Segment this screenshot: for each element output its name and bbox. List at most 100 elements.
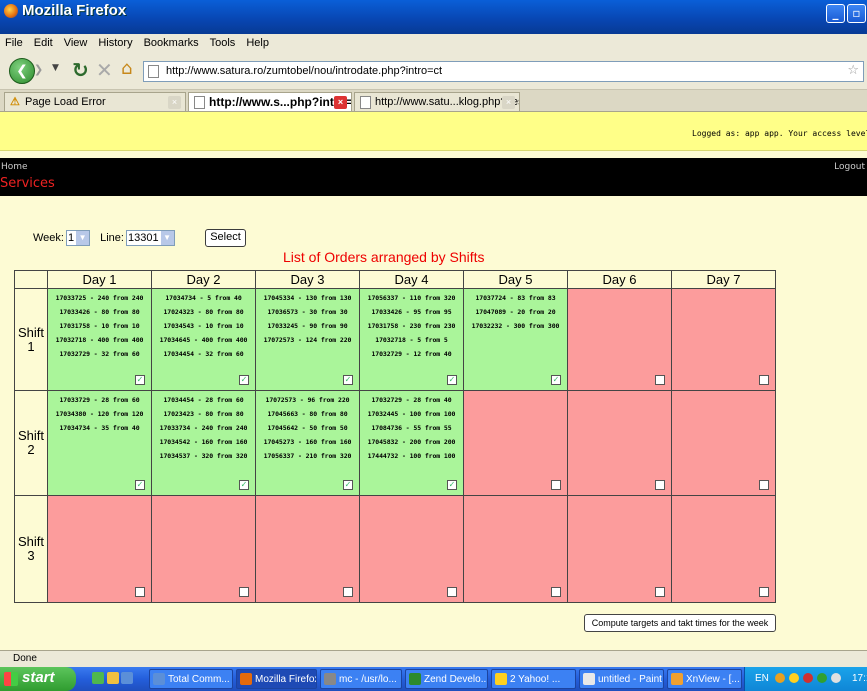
menu-edit[interactable]: Edit: [29, 37, 59, 49]
taskbar-task[interactable]: XnView - [...: [667, 669, 742, 689]
order-entry: 17045832 - 200 from 200: [367, 438, 456, 446]
shift-cell: [671, 288, 776, 391]
order-entry: 17032729 - 32 from 60: [59, 350, 140, 358]
window-title-bar[interactable]: Mozilla Firefox _ ▫: [0, 0, 867, 34]
select-button[interactable]: Select: [205, 229, 246, 247]
shift-cell: [463, 495, 568, 603]
home-icon[interactable]: ⌂: [121, 58, 132, 79]
taskbar-task[interactable]: untitled - Paint: [579, 669, 664, 689]
menu-view[interactable]: View: [59, 37, 94, 49]
taskbar-task[interactable]: Mozilla Firefox: [236, 669, 317, 689]
shift-checkbox[interactable]: [135, 587, 145, 597]
status-bar: Done: [0, 650, 867, 667]
shift-cell: 17072573 - 96 from 220 17045663 - 80 from…: [255, 390, 360, 496]
minimize-button[interactable]: _: [826, 4, 845, 23]
order-entry: 17032729 - 12 from 40: [371, 350, 452, 358]
tab-page-load-error[interactable]: ⚠ Page Load Error ×: [4, 92, 186, 111]
task-icon: [324, 673, 336, 685]
menu-file[interactable]: File: [0, 37, 29, 49]
shift-checkbox[interactable]: ✓: [343, 375, 353, 385]
shift-label: Shift 2: [14, 390, 48, 496]
task-label: Total Comm...: [168, 674, 230, 685]
home-link[interactable]: Home: [1, 162, 28, 172]
forward-button[interactable]: ❯: [34, 63, 50, 79]
menu-bar: File Edit View History Bookmarks Tools H…: [0, 34, 867, 52]
tray-icon[interactable]: [803, 673, 813, 683]
order-entry: 17045334 - 130 from 130: [263, 294, 352, 302]
task-icon: [583, 673, 595, 685]
menu-help[interactable]: Help: [241, 37, 275, 49]
week-select[interactable]: 1 ▼: [65, 230, 91, 246]
shift-cell: 17033725 - 240 from 240 17033426 - 80 fro…: [47, 288, 152, 391]
shift-checkbox[interactable]: ✓: [239, 480, 249, 490]
shift-cell: 17033729 - 28 from 60 17034380 - 120 from…: [47, 390, 152, 496]
order-entry: 17045663 - 80 from 80: [267, 410, 348, 418]
logout-link[interactable]: Logout: [834, 162, 865, 172]
order-entry: 17034543 - 10 from 10: [163, 322, 244, 330]
tab-introdate[interactable]: http://www.s...php?intro=ct ×: [188, 92, 352, 111]
shift-checkbox[interactable]: ✓: [135, 480, 145, 490]
language-indicator[interactable]: EN: [755, 673, 769, 684]
shift-checkbox[interactable]: [759, 587, 769, 597]
menu-history[interactable]: History: [93, 37, 138, 49]
order-entry: 17034380 - 120 from 120: [55, 410, 144, 418]
taskbar-task[interactable]: 2 Yahoo! ...: [491, 669, 576, 689]
shift-checkbox[interactable]: [551, 587, 561, 597]
menu-bookmarks[interactable]: Bookmarks: [139, 37, 205, 49]
shift-checkbox[interactable]: [239, 587, 249, 597]
shift-checkbox[interactable]: [447, 587, 457, 597]
order-entry: 17034454 - 32 from 60: [163, 350, 244, 358]
back-button[interactable]: ❮: [9, 58, 35, 84]
shift-checkbox[interactable]: [759, 375, 769, 385]
url-field[interactable]: http://www.satura.ro/zumtobel/nou/introd…: [143, 61, 864, 82]
close-tab-icon[interactable]: ×: [502, 96, 515, 109]
tab-klog[interactable]: http://www.satu...klog.php?ses=1 ×: [354, 92, 520, 111]
day-header: Day 4: [359, 270, 464, 289]
shift-checkbox[interactable]: ✓: [447, 480, 457, 490]
order-entry: 17034734 - 5 from 40: [165, 294, 242, 302]
maximize-button[interactable]: ▫: [847, 4, 866, 23]
taskbar-task[interactable]: mc - /usr/lo...: [320, 669, 402, 689]
shift-checkbox[interactable]: ✓: [239, 375, 249, 385]
stop-icon[interactable]: ✕: [96, 58, 113, 82]
reload-icon[interactable]: ↻: [72, 58, 89, 82]
shift-checkbox[interactable]: [655, 480, 665, 490]
quicklaunch-save-icon[interactable]: [121, 672, 133, 684]
chevron-down-icon: ▼: [76, 231, 90, 245]
shift-checkbox[interactable]: ✓: [135, 375, 145, 385]
tray-icon[interactable]: [817, 673, 827, 683]
taskbar-task[interactable]: Total Comm...: [149, 669, 233, 689]
tray-icon[interactable]: [775, 673, 785, 683]
shift-checkbox[interactable]: ✓: [447, 375, 457, 385]
order-entry: 17031758 - 230 from 230: [367, 322, 456, 330]
menu-tools[interactable]: Tools: [205, 37, 242, 49]
shift-cell: 17034454 - 28 from 60 17023423 - 80 from …: [151, 390, 256, 496]
bookmark-star-icon[interactable]: ☆: [847, 63, 859, 78]
shift-checkbox[interactable]: [343, 587, 353, 597]
services-title: Services: [0, 176, 55, 191]
close-tab-icon[interactable]: ×: [334, 96, 347, 109]
close-tab-icon[interactable]: ×: [168, 96, 181, 109]
shift-checkbox[interactable]: [655, 375, 665, 385]
shift-rows: Shift 1 17033725 - 240 from 240 17033426 - …: [14, 288, 776, 603]
start-button[interactable]: start: [0, 667, 76, 691]
shift-checkbox[interactable]: [655, 587, 665, 597]
line-select[interactable]: 13301 ▼: [125, 230, 175, 246]
order-entry: 17033725 - 240 from 240: [55, 294, 144, 302]
shift-checkbox[interactable]: ✓: [343, 480, 353, 490]
compute-targets-button[interactable]: Compute targets and takt times for the w…: [584, 614, 776, 632]
tray-icon[interactable]: [831, 673, 841, 683]
shift-checkbox[interactable]: ✓: [551, 375, 561, 385]
tray-icon[interactable]: [789, 673, 799, 683]
shift-checkbox[interactable]: [551, 480, 561, 490]
quicklaunch-user-icon[interactable]: [107, 672, 119, 684]
shift-checkbox[interactable]: [759, 480, 769, 490]
order-entry: 17032445 - 100 from 100: [367, 410, 456, 418]
corner-cell: [14, 270, 48, 289]
quicklaunch-desktop-icon[interactable]: [92, 672, 104, 684]
list-title: List of Orders arranged by Shifts: [283, 249, 485, 265]
history-dropdown-icon[interactable]: ▼: [52, 63, 59, 73]
order-entry: 17037724 - 83 from 83: [475, 294, 556, 302]
taskbar-task[interactable]: Zend Develo...: [405, 669, 488, 689]
order-entry: 17045642 - 50 from 50: [267, 424, 348, 432]
